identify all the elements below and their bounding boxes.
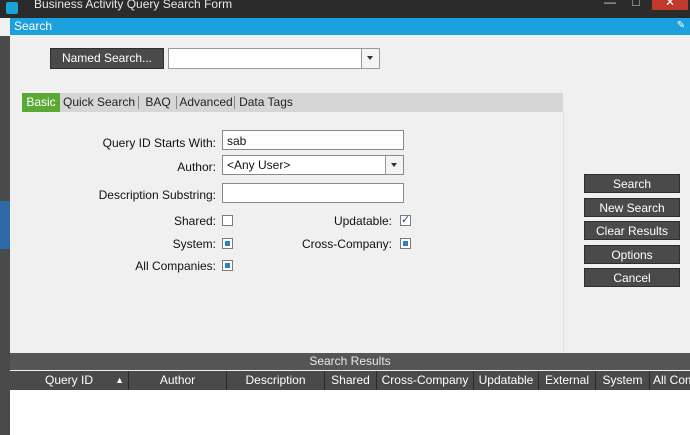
system-checkbox[interactable] <box>222 238 233 249</box>
query-id-input[interactable]: sab <box>222 130 404 150</box>
description-label: Description Substring: <box>98 188 216 202</box>
minimize-button[interactable]: — <box>598 0 622 10</box>
column-all-companies[interactable]: All Com <box>650 371 690 390</box>
author-combo[interactable]: <Any User> <box>222 155 404 175</box>
named-search-combo[interactable] <box>168 48 380 69</box>
description-input[interactable] <box>222 183 404 203</box>
tab-data-tags[interactable]: Data Tags <box>236 93 296 112</box>
tab-baq[interactable]: BAQ <box>140 93 176 112</box>
search-results-header: Search Results <box>10 353 690 370</box>
system-label: System: <box>172 237 216 251</box>
options-button[interactable]: Options <box>584 245 680 264</box>
results-grid-body[interactable] <box>10 390 690 435</box>
column-system[interactable]: System <box>596 371 650 390</box>
new-search-button[interactable]: New Search <box>584 198 680 217</box>
author-label: Author: <box>177 160 216 174</box>
query-id-label: Query ID Starts With: <box>102 136 216 150</box>
chevron-down-icon[interactable] <box>361 49 379 68</box>
dialog-title: Search <box>14 19 53 33</box>
basic-tab-panel: Query ID Starts With: sab Author: <Any U… <box>22 112 564 352</box>
close-button[interactable]: ✕ <box>652 0 688 10</box>
shared-checkbox[interactable] <box>222 215 233 226</box>
column-shared[interactable]: Shared <box>325 371 377 390</box>
updatable-label: Updatable: <box>333 214 392 228</box>
maximize-button[interactable]: □ <box>624 0 648 10</box>
tab-divider <box>234 96 235 109</box>
pin-icon[interactable]: ✎ <box>676 20 686 32</box>
background-window-edge <box>0 36 10 435</box>
results-grid-header: Query ID ▲ Author Description Shared Cro… <box>10 371 690 390</box>
column-query-id[interactable]: Query ID ▲ <box>10 371 129 390</box>
updatable-checkbox[interactable] <box>400 213 411 227</box>
tab-strip: Basic Quick Search BAQ Advanced Data Tag… <box>22 93 563 112</box>
app-icon <box>6 2 18 14</box>
column-author[interactable]: Author <box>129 371 227 390</box>
tab-quick-search[interactable]: Quick Search <box>62 93 136 112</box>
tab-advanced[interactable]: Advanced <box>178 93 234 112</box>
clear-results-button[interactable]: Clear Results <box>584 221 680 240</box>
column-label: Query ID <box>44 373 93 387</box>
query-id-value: sab <box>227 134 247 148</box>
window-controls: — □ ✕ <box>598 0 688 10</box>
window-titlebar: Business Activity Query Search Form — □ … <box>0 0 690 18</box>
cross-company-checkbox[interactable] <box>400 238 411 249</box>
tab-divider <box>138 96 139 109</box>
background-highlight <box>0 201 10 249</box>
column-external[interactable]: External <box>539 371 596 390</box>
column-description[interactable]: Description <box>227 371 325 390</box>
column-cross-company[interactable]: Cross-Company <box>377 371 474 390</box>
search-button[interactable]: Search <box>584 174 680 193</box>
chevron-down-icon[interactable] <box>385 156 403 174</box>
shared-label: Shared: <box>173 214 216 228</box>
column-updatable[interactable]: Updatable <box>474 371 539 390</box>
author-value: <Any User> <box>227 158 291 172</box>
sort-ascending-icon: ▲ <box>115 375 124 385</box>
cross-company-label: Cross-Company: <box>301 237 392 251</box>
dialog-header: Search ✎ <box>10 18 690 35</box>
search-dialog: Search ✎ Named Search... Basic Quick Sea… <box>10 18 690 435</box>
all-companies-checkbox[interactable] <box>222 260 233 271</box>
cancel-button[interactable]: Cancel <box>584 268 680 287</box>
window-title: Business Activity Query Search Form <box>34 0 233 11</box>
all-companies-label: All Companies: <box>135 259 216 273</box>
named-search-button[interactable]: Named Search... <box>50 48 164 69</box>
tab-basic[interactable]: Basic <box>22 93 60 112</box>
tab-divider <box>176 96 177 109</box>
